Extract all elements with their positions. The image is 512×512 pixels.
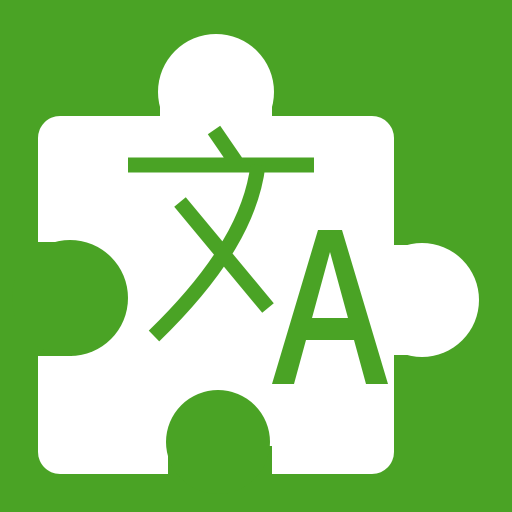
translate-extension-icon xyxy=(0,0,512,512)
app-icon xyxy=(0,0,512,512)
